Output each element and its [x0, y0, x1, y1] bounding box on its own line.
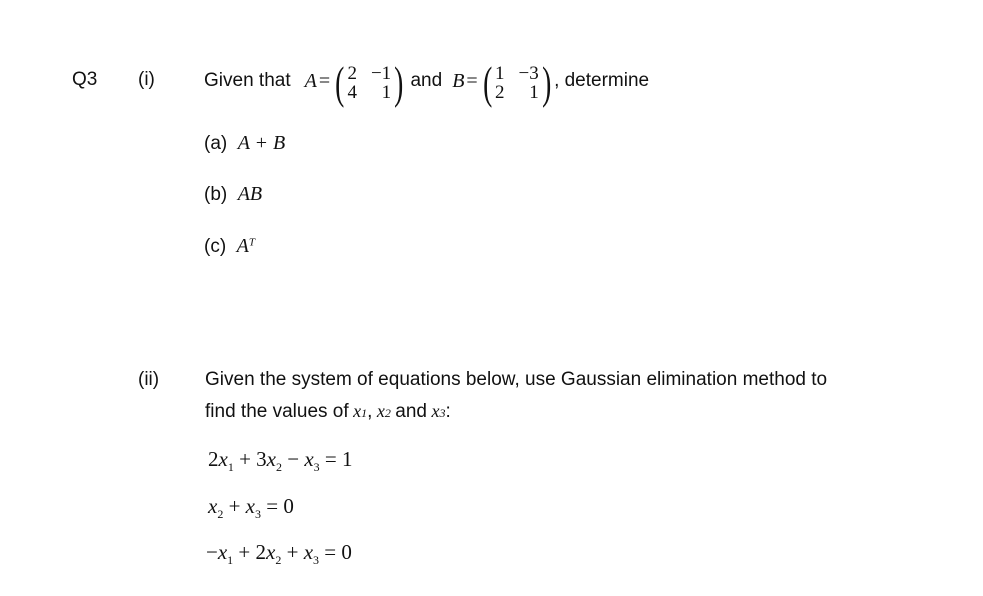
- left-paren: (: [335, 57, 345, 108]
- left-paren: (: [482, 57, 492, 108]
- matrix-a: ( 2 −1 4 1 ): [332, 60, 406, 106]
- matrix-a-cell: 1: [381, 82, 392, 103]
- matrix-b: ( 1 −3 2 1 ): [480, 60, 554, 106]
- subpart-expression: A: [236, 235, 249, 257]
- var-x1: x1: [353, 401, 368, 421]
- intro-text: Given that: [204, 70, 291, 91]
- determine-text: , determine: [554, 70, 650, 91]
- equals-sign: =: [318, 69, 331, 92]
- subpart-c: (c) AT: [204, 235, 255, 258]
- part-ii-line2: find the values of x1, x2 and x3:: [205, 401, 451, 423]
- part-ii-label: (ii): [138, 369, 160, 390]
- subpart-expression: AB: [237, 183, 263, 205]
- question-number: Q3: [72, 69, 98, 90]
- matrix-a-cell: 2: [347, 63, 357, 84]
- matrix-b-grid: 1 −3 2 1: [495, 64, 539, 102]
- colon: :: [445, 401, 451, 422]
- var-x2: x2: [376, 401, 391, 421]
- var-x3: x3: [431, 401, 446, 421]
- matrix-b-cell: −3: [518, 63, 539, 84]
- matrix-b-cell: 2: [495, 82, 505, 103]
- subpart-label: (a): [204, 133, 228, 154]
- matrix-a-cell: 4: [347, 82, 357, 103]
- equation-3: −x1 + 2x2 + x3 = 0: [206, 540, 352, 568]
- matrix-b-cell: 1: [529, 82, 539, 103]
- part-i-label: (i): [138, 69, 155, 90]
- subpart-b: (b) AB: [204, 183, 262, 206]
- subpart-expression: A + B: [237, 132, 286, 154]
- transpose-superscript: T: [248, 236, 255, 249]
- right-paren: ): [541, 57, 551, 108]
- part-ii-line1: Given the system of equations below, use…: [205, 369, 828, 390]
- matrix-a-cell: −1: [370, 63, 392, 84]
- right-paren: ): [394, 57, 404, 108]
- line2-prefix: find the values of: [205, 401, 349, 422]
- matrix-b-cell: 1: [495, 63, 505, 84]
- equals-sign: =: [466, 69, 478, 92]
- and-text: and: [395, 401, 427, 422]
- matrix-b-name: B: [452, 69, 465, 92]
- matrix-a-name: A: [304, 69, 317, 92]
- subpart-label: (b): [204, 184, 228, 205]
- matrix-a-grid: 2 −1 4 1: [347, 64, 391, 102]
- subpart-a: (a) A + B: [204, 132, 285, 155]
- and-text: and: [410, 70, 443, 91]
- comma: ,: [367, 401, 373, 422]
- equation-2: x2 + x3 = 0: [208, 494, 294, 522]
- equation-1: 2x1 + 3x2 − x3 = 1: [208, 447, 353, 475]
- part-i-statement: Given that A = ( 2 −1 4 1 ) and B = ( 1 …: [204, 58, 650, 106]
- subpart-label: (c): [204, 236, 227, 257]
